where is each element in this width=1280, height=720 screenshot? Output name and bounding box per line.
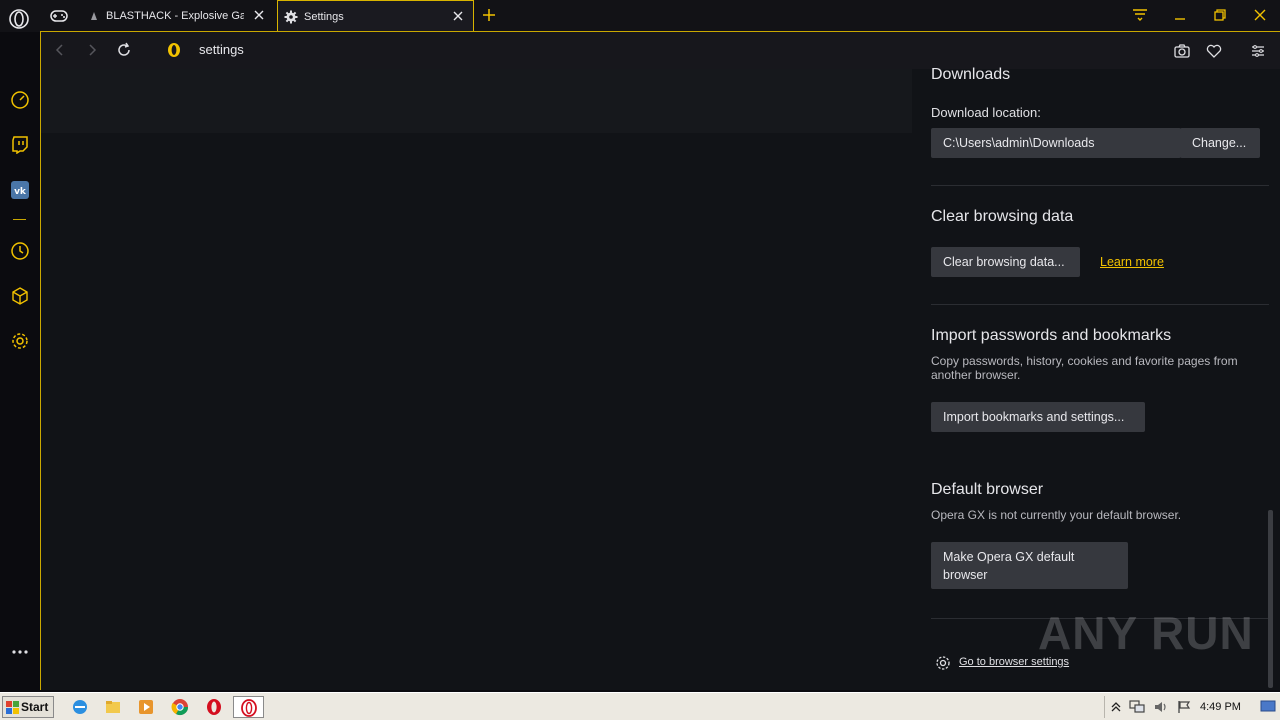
start-button[interactable]: Start [2, 696, 54, 718]
volume-icon[interactable] [1153, 700, 1169, 714]
change-download-location-button[interactable]: Change... [1180, 128, 1260, 158]
more-icon[interactable] [9, 641, 31, 663]
sidebar-divider [13, 219, 26, 220]
section-divider [931, 185, 1269, 186]
extensions-icon[interactable] [9, 285, 31, 307]
minimize-button[interactable] [1168, 4, 1192, 26]
import-description: Copy passwords, history, cookies and fav… [931, 354, 1238, 382]
default-browser-title: Default browser [931, 481, 1044, 498]
import-bookmarks-button[interactable]: Import bookmarks and settings... [931, 402, 1145, 432]
download-location-label: Download location: [931, 105, 1041, 120]
show-hidden-icons-icon[interactable] [1111, 701, 1121, 713]
tab-title: BLASTHACK - Explosive Game Hacking [106, 9, 244, 22]
learn-more-link[interactable]: Learn more [1100, 255, 1164, 269]
gx-control-tab[interactable] [42, 0, 76, 31]
site-favicon-icon [91, 11, 97, 20]
default-browser-description: Opera GX is not currently your default b… [931, 508, 1182, 522]
start-label: Start [21, 700, 49, 714]
action-center-flag-icon[interactable] [1177, 700, 1191, 714]
opera-icon[interactable] [205, 698, 223, 716]
tab-settings[interactable]: Settings [277, 0, 474, 32]
chrome-icon[interactable] [171, 698, 189, 716]
tab-strip: BLASTHACK - Explosive Game Hacking Setti… [0, 0, 1280, 32]
anyrun-watermark: ANY RUN [1038, 607, 1254, 659]
windows-logo-icon [6, 701, 19, 714]
tab-title: Settings [304, 10, 344, 23]
section-divider [931, 304, 1269, 305]
restore-button[interactable] [1208, 4, 1232, 26]
browser-window: BLASTHACK - Explosive Game Hacking Setti… [0, 0, 1280, 720]
clear-browsing-data-button[interactable]: Clear browsing data... [931, 247, 1080, 277]
speed-dial-icon[interactable] [9, 89, 31, 111]
close-icon [1254, 9, 1266, 21]
import-title: Import passwords and bookmarks [931, 327, 1172, 344]
opera-gx-icon [241, 699, 257, 717]
settings-icon[interactable] [9, 330, 31, 352]
make-default-browser-button[interactable]: Make Opera GX default browser [931, 542, 1128, 589]
tab-menu-button[interactable] [1128, 4, 1152, 26]
internet-explorer-icon[interactable] [71, 698, 89, 716]
restore-icon [1214, 9, 1226, 21]
gear-icon [936, 656, 950, 670]
twitch-icon[interactable] [9, 134, 31, 156]
vk-icon[interactable]: vk [9, 179, 31, 201]
tab-blasthack[interactable]: BLASTHACK - Explosive Game Hacking [80, 0, 274, 31]
show-desktop-icon[interactable] [1260, 699, 1276, 713]
opera-gx-taskbar-button[interactable] [233, 696, 264, 718]
new-tab-plus-icon[interactable] [480, 6, 498, 24]
settings-header-area [41, 69, 912, 133]
windows-taskbar: Start 4:49 PM [0, 692, 1280, 720]
sidebar: vk [0, 32, 40, 692]
scrollbar-thumb[interactable] [1268, 510, 1273, 688]
downloads-title: Downloads [931, 66, 1011, 83]
settings-panel: Downloads Download location: C:\Users\ad… [931, 66, 1269, 690]
filter-menu-icon [1133, 9, 1147, 21]
opera-gx-menu-icon[interactable] [6, 6, 32, 32]
settings-page: Downloads Download location: C:\Users\ad… [41, 66, 1280, 690]
media-player-icon[interactable] [137, 698, 155, 716]
svg-text:vk: vk [14, 187, 27, 197]
history-icon[interactable] [9, 240, 31, 262]
gamepad-icon [50, 9, 68, 22]
close-tab-icon[interactable] [451, 9, 465, 23]
file-explorer-icon[interactable] [104, 698, 122, 716]
taskbar-clock[interactable]: 4:49 PM [1200, 701, 1241, 713]
gear-icon [284, 10, 298, 23]
minimize-icon [1175, 18, 1185, 20]
close-tab-icon[interactable] [252, 8, 266, 22]
close-window-button[interactable] [1248, 4, 1272, 26]
network-icon[interactable] [1129, 700, 1145, 714]
download-location-field: C:\Users\admin\Downloads [931, 128, 1181, 158]
clear-browsing-title: Clear browsing data [931, 208, 1074, 225]
